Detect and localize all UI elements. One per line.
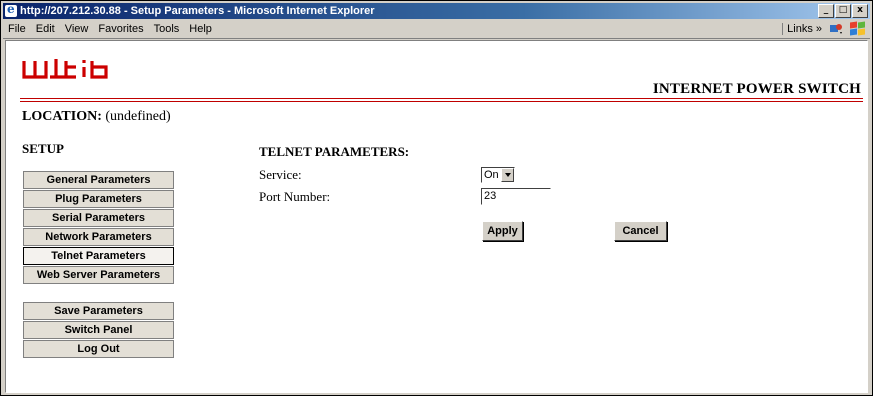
header-divider-top [20, 98, 863, 99]
menu-favorites[interactable]: Favorites [93, 23, 148, 35]
service-select-value: On [484, 169, 499, 181]
menu-bar: File Edit View Favorites Tools Help Link… [3, 20, 870, 39]
nav-network-parameters[interactable]: Network Parameters [23, 228, 174, 246]
nav-web-server-parameters[interactable]: Web Server Parameters [23, 266, 174, 284]
service-select[interactable]: On [481, 167, 515, 183]
menu-file[interactable]: File [3, 23, 31, 35]
switch-panel-button[interactable]: Switch Panel [23, 321, 174, 339]
nav-serial-parameters[interactable]: Serial Parameters [23, 209, 174, 227]
port-number-input[interactable]: 23 [481, 188, 551, 205]
location-line: LOCATION: (undefined) [22, 109, 171, 125]
apply-button[interactable]: Apply [482, 221, 523, 241]
menu-edit[interactable]: Edit [31, 23, 60, 35]
menu-view[interactable]: View [60, 23, 94, 35]
wti-logo-icon [22, 59, 108, 79]
internet-explorer-icon [5, 2, 17, 17]
log-out-button[interactable]: Log Out [23, 340, 174, 358]
location-label: LOCATION: [22, 109, 102, 124]
title-bar: http://207.212.30.88 - Setup Parameters … [3, 2, 870, 19]
maximize-button[interactable]: □ [835, 4, 851, 18]
page-content: INTERNET POWER SWITCH LOCATION: (undefin… [5, 40, 868, 393]
save-parameters-button[interactable]: Save Parameters [23, 302, 174, 320]
location-value: (undefined) [105, 109, 171, 124]
minimize-button[interactable]: _ [818, 4, 834, 18]
menu-tools[interactable]: Tools [149, 23, 185, 35]
windows-logo-icon [850, 21, 866, 36]
port-number-label: Port Number: [259, 189, 331, 204]
header-divider-bottom [20, 101, 863, 102]
window-title: http://207.212.30.88 - Setup Parameters … [20, 5, 375, 17]
close-button[interactable]: x [852, 4, 868, 18]
links-toolbar[interactable]: Links » [782, 23, 826, 35]
messenger-icon[interactable] [829, 23, 843, 35]
nav-plug-parameters[interactable]: Plug Parameters [23, 190, 174, 208]
service-label: Service: [259, 167, 302, 182]
product-name: INTERNET POWER SWITCH [652, 81, 861, 97]
window-controls: _ □ x [817, 4, 868, 18]
chevron-down-icon[interactable] [501, 168, 514, 182]
setup-heading: SETUP [22, 141, 64, 156]
menu-help[interactable]: Help [184, 23, 217, 35]
cancel-button[interactable]: Cancel [614, 221, 667, 241]
telnet-section-title: TELNET PARAMETERS: [259, 144, 410, 159]
browser-window: http://207.212.30.88 - Setup Parameters … [0, 0, 873, 396]
nav-telnet-parameters[interactable]: Telnet Parameters [23, 247, 174, 265]
nav-general-parameters[interactable]: General Parameters [23, 171, 174, 189]
